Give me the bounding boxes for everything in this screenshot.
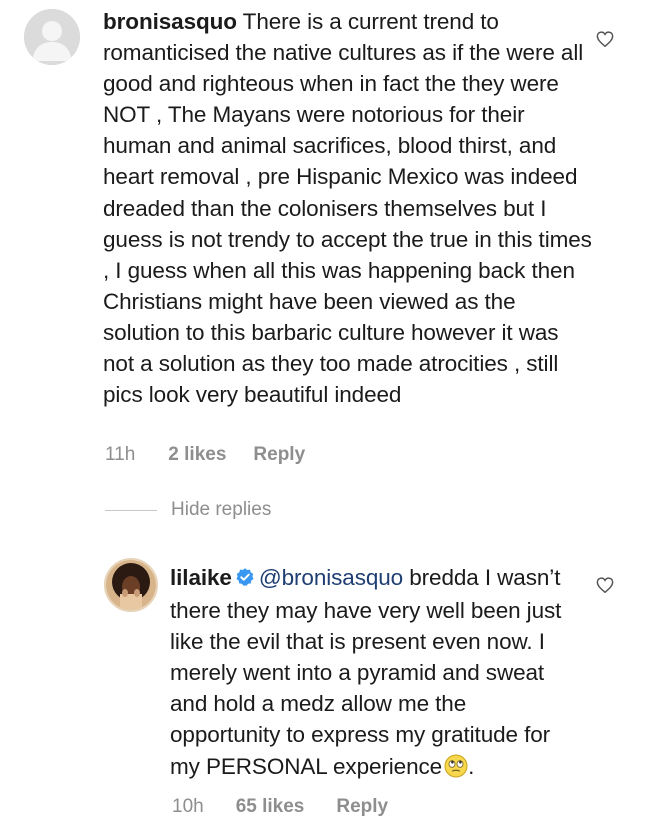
- default-avatar-icon: [24, 9, 80, 65]
- face-with-rolling-eyes-icon: [444, 754, 468, 786]
- heart-icon[interactable]: [596, 31, 614, 47]
- reply-trailing-punct: .: [468, 753, 475, 779]
- reply-text: bredda I wasn’t there they may have very…: [170, 565, 562, 779]
- hide-replies-label: Hide replies: [171, 499, 272, 520]
- comment-username[interactable]: bronisasquo: [103, 9, 237, 34]
- heart-icon[interactable]: [596, 577, 614, 593]
- reply-reply-button[interactable]: Reply: [336, 796, 388, 818]
- hide-replies-line: [105, 509, 157, 511]
- reply-time: 10h: [172, 796, 204, 817]
- avatar-default[interactable]: [24, 9, 80, 65]
- verified-badge-icon: [235, 564, 255, 595]
- comment-likes[interactable]: 2 likes: [168, 444, 226, 466]
- comment-text-block: bronisasquo There is a current trend to …: [103, 6, 593, 410]
- reply-button[interactable]: Reply: [253, 444, 305, 466]
- reply-likes[interactable]: 65 likes: [236, 796, 305, 818]
- comment-text: There is a current trend to romanticised…: [103, 9, 592, 408]
- comment-meta: 11h 2 likes Reply: [105, 444, 305, 466]
- avatar-lilaike[interactable]: [104, 558, 158, 612]
- comment-time: 11h: [105, 444, 136, 465]
- reply-meta: 10h 65 likes Reply: [172, 796, 388, 818]
- profile-photo-icon: [106, 560, 156, 610]
- hide-replies-button[interactable]: Hide replies: [105, 499, 271, 521]
- reply-text-block: lilaike @bronisasquo bredda I wasn’t ther…: [170, 562, 570, 786]
- reply-username[interactable]: lilaike: [170, 565, 232, 590]
- mention-link[interactable]: @bronisasquo: [259, 565, 403, 590]
